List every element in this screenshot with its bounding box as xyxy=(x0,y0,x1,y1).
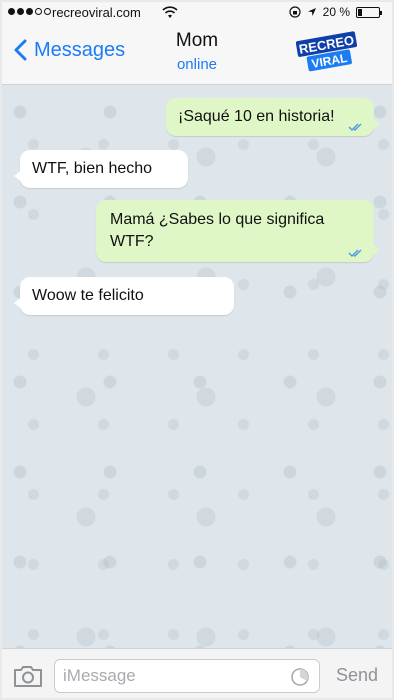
status-right-group: 20 % xyxy=(289,5,382,19)
message-bubble-incoming[interactable]: Woow te felicito xyxy=(14,277,234,315)
camera-icon[interactable] xyxy=(12,663,44,689)
phone-screen: recreoviral.com 20 % Messages Mom online… xyxy=(0,0,394,700)
wifi-icon xyxy=(162,6,178,18)
double-check-icon xyxy=(348,123,362,131)
message-bubble-incoming[interactable]: WTF, bien hecho xyxy=(14,150,188,188)
lock-rotation-icon xyxy=(289,6,301,18)
message-input[interactable] xyxy=(54,659,320,693)
send-button[interactable]: Send xyxy=(336,665,378,686)
status-bar: recreoviral.com 20 % xyxy=(2,2,392,22)
signal-strength-icon xyxy=(8,8,51,15)
message-text: ¡Saqué 10 en historia! xyxy=(178,108,335,125)
chat-area: ¡Saqué 10 en historia! WTF, bien hecho M… xyxy=(2,85,392,648)
input-bar: Send xyxy=(2,648,392,698)
battery-percent: 20 % xyxy=(322,5,350,19)
message-text: WTF, bien hecho xyxy=(32,160,153,177)
message-bubble-outgoing[interactable]: Mamá ¿Sabes lo que significa WTF? xyxy=(96,200,380,262)
navigation-bar: Messages Mom online RECREO VIRAL xyxy=(2,22,392,85)
message-bubble-outgoing[interactable]: ¡Saqué 10 en historia! xyxy=(166,98,380,136)
recreoviral-logo: RECREO VIRAL xyxy=(296,31,358,72)
clock-icon[interactable] xyxy=(290,667,310,687)
carrier-label: recreoviral.com xyxy=(52,5,141,20)
message-text: Mamá ¿Sabes lo que significa WTF? xyxy=(110,211,325,250)
battery-level xyxy=(358,8,362,16)
battery-icon xyxy=(356,6,382,18)
location-arrow-icon xyxy=(307,8,316,16)
double-check-icon xyxy=(348,249,362,257)
message-text: Woow te felicito xyxy=(32,287,144,304)
